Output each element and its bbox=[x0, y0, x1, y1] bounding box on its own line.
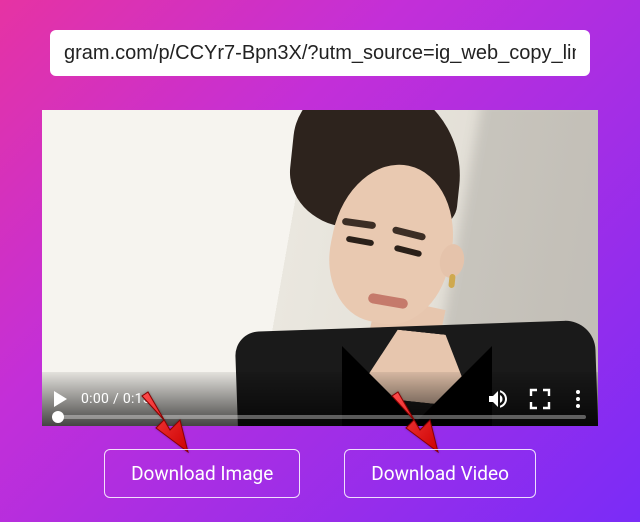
download-image-button[interactable]: Download Image bbox=[104, 449, 300, 498]
url-input[interactable] bbox=[50, 30, 590, 76]
download-video-button[interactable]: Download Video bbox=[344, 449, 536, 498]
more-icon[interactable] bbox=[570, 387, 586, 411]
volume-icon[interactable] bbox=[486, 387, 510, 411]
progress-thumb[interactable] bbox=[52, 411, 64, 423]
video-player[interactable]: 0:00 / 0:13 bbox=[42, 110, 598, 426]
fullscreen-icon[interactable] bbox=[528, 387, 552, 411]
play-icon[interactable] bbox=[54, 391, 67, 407]
app-container: 0:00 / 0:13 Download Image Download Vide… bbox=[0, 0, 640, 522]
button-row: Download Image Download Video bbox=[104, 449, 536, 498]
video-controls: 0:00 / 0:13 bbox=[42, 372, 598, 426]
